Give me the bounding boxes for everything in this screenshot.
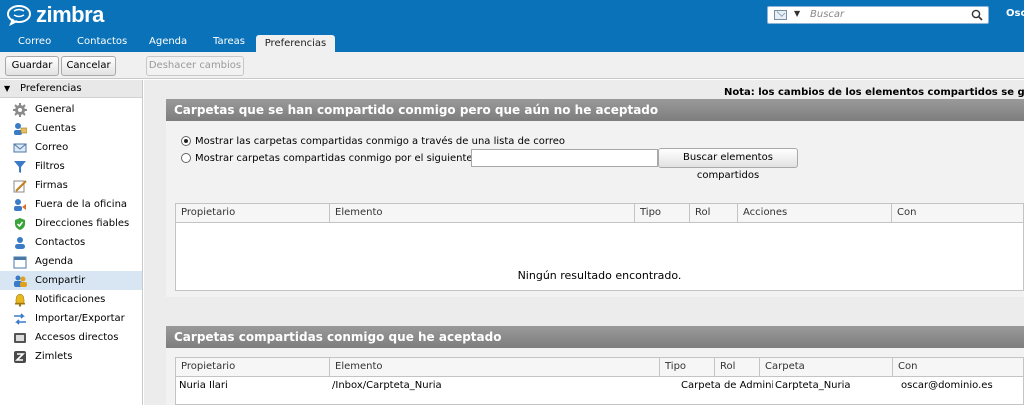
- radio-show-by-user[interactable]: [181, 153, 191, 163]
- col-role[interactable]: Rol: [715, 358, 760, 377]
- col-with[interactable]: Con: [892, 204, 1023, 223]
- gear-icon: [13, 103, 27, 117]
- undo-changes-button[interactable]: Deshacer cambios: [146, 56, 244, 76]
- pending-table-header: Propietario Elemento Tipo Rol Acciones C…: [176, 204, 1023, 223]
- signature-icon: [13, 180, 27, 193]
- sidebar-item-label: Accesos directos: [35, 332, 119, 343]
- accepted-shares-panel: Carpetas compartidas conmigo que he acep…: [166, 326, 1024, 405]
- accepted-shares-table: Propietario Elemento Tipo Rol Carpeta Co…: [175, 357, 1024, 405]
- sidebar-header[interactable]: ▼ Preferencias: [0, 80, 142, 98]
- filter-icon: [14, 161, 26, 173]
- sidebar-item-general[interactable]: General: [0, 100, 142, 119]
- col-actions[interactable]: Acciones: [738, 204, 892, 223]
- save-button[interactable]: Guardar: [5, 56, 59, 76]
- accepted-table-header: Propietario Elemento Tipo Rol Carpeta Co…: [176, 358, 1023, 377]
- sidebar-item-contacts[interactable]: Contactos: [0, 233, 142, 252]
- col-type[interactable]: Tipo: [635, 204, 690, 223]
- sidebar-item-label: General: [35, 104, 75, 115]
- sidebar-header-label: Preferencias: [20, 83, 82, 94]
- bell-icon: [15, 293, 25, 307]
- mail-search-type-icon[interactable]: [774, 10, 787, 20]
- col-item[interactable]: Elemento: [330, 204, 635, 223]
- sidebar-item-label: Zimlets: [35, 351, 73, 362]
- col-owner[interactable]: Propietario: [176, 358, 330, 377]
- radio-show-via-list[interactable]: [181, 136, 191, 146]
- zimlet-icon: [14, 351, 26, 363]
- toolbar: Guardar Cancelar Deshacer cambios: [0, 52, 1024, 79]
- shield-icon: [15, 218, 25, 230]
- calendar-icon: [13, 256, 27, 269]
- zimbra-logo-icon: [7, 5, 31, 26]
- sidebar-item-accounts[interactable]: Cuentas: [0, 119, 142, 138]
- find-shares-button[interactable]: Buscar elementos compartidos: [658, 148, 798, 181]
- tab-contacts[interactable]: Contactos: [77, 36, 127, 47]
- pending-shares-table: Propietario Elemento Tipo Rol Acciones C…: [175, 203, 1024, 291]
- pending-shares-panel: Carpetas que se han compartido conmigo p…: [166, 99, 1024, 297]
- sidebar-item-label: Fuera de la oficina: [35, 199, 128, 210]
- sidebar-item-filters[interactable]: Filtros: [0, 157, 142, 176]
- cell-owner: Nuria Ilari: [179, 380, 228, 391]
- radio-show-by-user-label[interactable]: Mostrar carpetas compartidas conmigo por…: [195, 153, 516, 164]
- sharing-note: Nota: los cambios de los elementos compa…: [724, 87, 1024, 98]
- tab-tasks[interactable]: Tareas: [213, 36, 245, 47]
- user-name[interactable]: Oscar: [1006, 8, 1024, 19]
- mail-icon: [13, 143, 27, 153]
- accounts-icon: [14, 123, 27, 135]
- preferences-sidebar: ▼ Preferencias General Cuentas Correo Fi…: [0, 80, 143, 405]
- sidebar-item-label: Filtros: [35, 161, 65, 172]
- sidebar-item-signatures[interactable]: Firmas: [0, 176, 142, 195]
- sidebar-item-out-of-office[interactable]: Fuera de la oficina: [0, 195, 142, 214]
- collapse-triangle-icon[interactable]: ▼: [4, 84, 10, 93]
- cancel-button[interactable]: Cancelar: [61, 56, 116, 76]
- sidebar-item-shortcuts[interactable]: Accesos directos: [0, 328, 142, 347]
- search-placeholder[interactable]: Buscar: [810, 9, 844, 20]
- sidebar-item-label: Direcciones fiables: [35, 218, 130, 229]
- tab-preferences[interactable]: Preferencias: [256, 35, 335, 53]
- cell-folder: Carpteta_Nuria: [775, 380, 851, 391]
- sidebar-item-import-export[interactable]: Importar/Exportar: [0, 309, 142, 328]
- sidebar-item-zimlets[interactable]: Zimlets: [0, 347, 142, 366]
- sidebar-item-notifications[interactable]: Notificaciones: [0, 290, 142, 309]
- out-of-office-icon: [14, 199, 26, 211]
- table-row[interactable]: Nuria Ilari /Inbox/Carpteta_Nuria Carpet…: [176, 378, 1023, 394]
- sidebar-item-trusted-addresses[interactable]: Direcciones fiables: [0, 214, 142, 233]
- pending-empty-message: Ningún resultado encontrado.: [517, 269, 682, 282]
- sidebar-item-calendar[interactable]: Agenda: [0, 252, 142, 271]
- col-with[interactable]: Con: [893, 358, 1023, 377]
- sidebar-item-label: Cuentas: [35, 123, 77, 134]
- sidebar-item-label: Compartir: [35, 275, 86, 286]
- col-role[interactable]: Rol: [690, 204, 738, 223]
- app-tab-bar: Correo Contactos Agenda Tareas: [0, 30, 1024, 52]
- cell-item: /Inbox/Carpteta_Nuria: [332, 380, 442, 391]
- col-type[interactable]: Tipo: [660, 358, 715, 377]
- search-box[interactable]: ▼ Buscar: [767, 6, 989, 24]
- logo-text: zimbra: [36, 2, 104, 27]
- sidebar-item-label: Correo: [35, 142, 69, 153]
- sidebar-item-label: Contactos: [35, 237, 86, 248]
- shortcuts-icon: [14, 333, 26, 343]
- col-item[interactable]: Elemento: [330, 358, 660, 377]
- sidebar-item-mail[interactable]: Correo: [0, 138, 142, 157]
- chevron-down-icon[interactable]: ▼: [794, 9, 800, 18]
- share-owner-input[interactable]: [471, 149, 658, 167]
- sidebar-item-sharing[interactable]: Compartir: [0, 271, 142, 290]
- sidebar-item-label: Importar/Exportar: [35, 313, 125, 324]
- col-owner[interactable]: Propietario: [176, 204, 330, 223]
- tab-calendar[interactable]: Agenda: [149, 36, 187, 47]
- cell-type: Carpeta de Administ: [681, 380, 773, 391]
- zimbra-logo[interactable]: zimbra: [6, 3, 104, 27]
- pending-shares-title: Carpetas que se han compartido conmigo p…: [166, 99, 1024, 121]
- share-icon: [14, 275, 27, 287]
- contact-icon: [15, 237, 25, 249]
- cell-with: oscar@dominio.es: [901, 380, 993, 391]
- col-folder[interactable]: Carpeta: [760, 358, 893, 377]
- sidebar-item-label: Notificaciones: [35, 294, 106, 305]
- sidebar-item-label: Agenda: [35, 256, 74, 267]
- search-icon[interactable]: [971, 9, 983, 21]
- radio-show-via-list-label[interactable]: Mostrar las carpetas compartidas conmigo…: [195, 136, 565, 147]
- sidebar-item-label: Firmas: [35, 180, 68, 191]
- accepted-shares-title: Carpetas compartidas conmigo que he acep…: [166, 326, 1024, 348]
- import-export-icon: [14, 313, 26, 325]
- tab-mail[interactable]: Correo: [18, 36, 51, 47]
